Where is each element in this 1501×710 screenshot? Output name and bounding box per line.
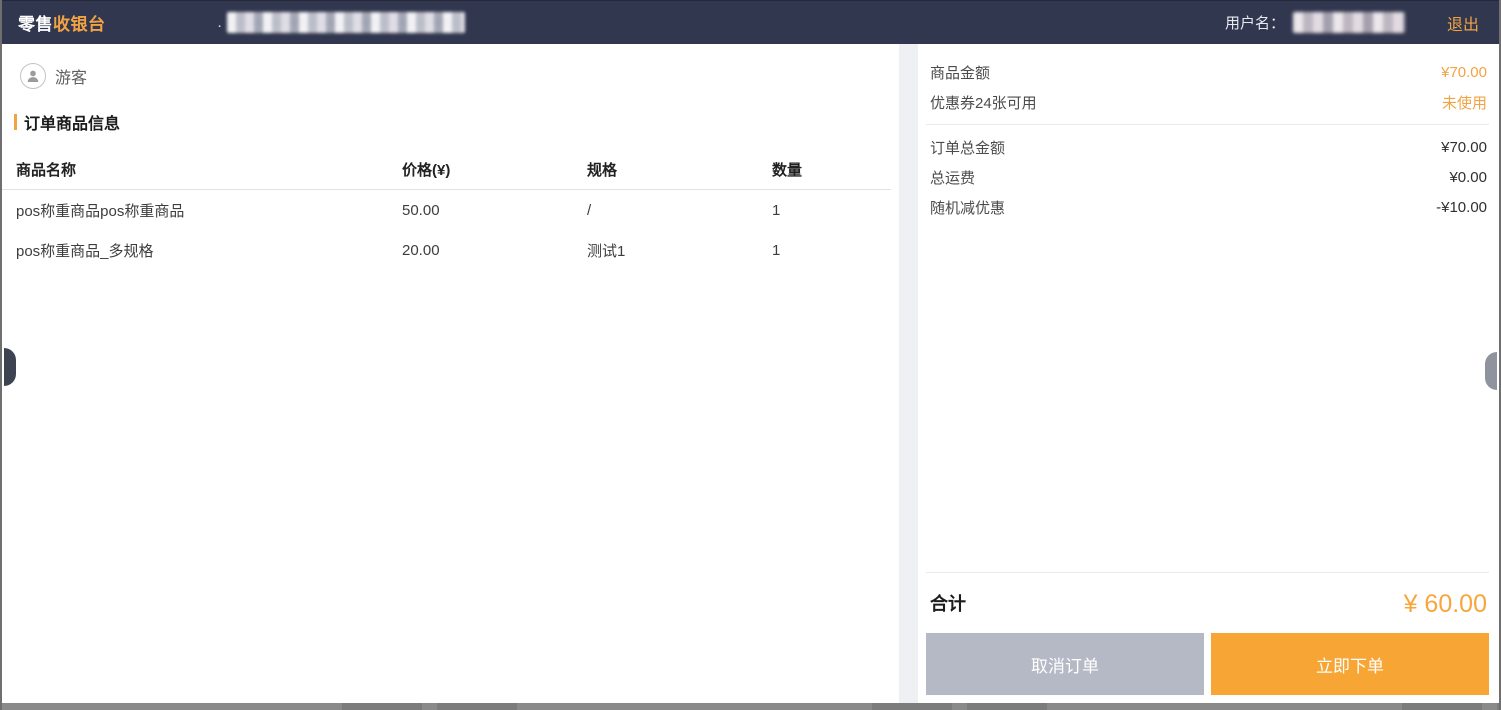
panel-gutter [899,44,918,703]
pos-window: 零售收银台 . 用户名： 退出 游客 [0,0,1501,710]
order-items-table: 商品名称 价格(¥) 规格 数量 pos称重商品pos称重商品 50.00 / … [2,150,899,270]
user-info: 用户名： [1225,12,1405,33]
cell-product-name: pos称重商品pos称重商品 [16,200,402,221]
summary-value: -¥10.00 [1436,199,1487,216]
summary-row-order-total: 订单总金额 ¥70.00 [926,132,1489,162]
table-header-row: 商品名称 价格(¥) 规格 数量 [2,150,891,190]
cell-product-name: pos称重商品_多规格 [16,240,402,261]
summary-row-goods-amount: 商品金额 ¥70.00 [926,57,1489,87]
table-row[interactable]: pos称重商品_多规格 20.00 测试1 1 [2,230,899,270]
summary-label: 优惠券24张可用 [930,92,1037,113]
total-row: 合计 ¥ 60.00 [926,580,1489,633]
order-items-panel: 游客 订单商品信息 商品名称 价格(¥) 规格 数量 pos称重商品pos称重商… [2,44,899,703]
total-value: ¥ 60.00 [1404,590,1487,619]
cell-qty: 1 [772,202,885,219]
username-redacted [1293,12,1405,33]
summary-row-coupon[interactable]: 优惠券24张可用 未使用 [926,87,1489,117]
col-header-price: 价格(¥) [402,159,587,180]
store-name-redacted [227,12,465,33]
cell-spec: / [587,202,772,219]
summary-value: ¥70.00 [1441,64,1487,81]
app-title-left: 零售 [18,15,53,34]
logout-button[interactable]: 退出 [1447,11,1479,35]
store-name: . [218,12,465,33]
summary-label: 商品金额 [930,62,990,83]
summary-row-random-discount: 随机减优惠 -¥10.00 [926,192,1489,222]
cell-price: 20.00 [402,242,587,259]
summary-row-shipping: 总运费 ¥0.00 [926,162,1489,192]
right-drawer-handle-icon[interactable] [1485,352,1497,390]
col-header-name: 商品名称 [16,159,402,180]
person-icon [25,68,41,84]
coupon-status[interactable]: 未使用 [1442,92,1487,113]
guest-avatar [20,63,46,89]
customer-row[interactable]: 游客 [2,44,899,89]
top-bar: 零售收银台 . 用户名： 退出 [2,0,1499,44]
username-label: 用户名： [1225,12,1285,33]
app-title: 零售收银台 [18,10,106,35]
app-title-right: 收银台 [53,15,106,34]
total-divider [926,572,1489,573]
place-order-button[interactable]: 立即下单 [1211,633,1489,695]
summary-spacer [926,222,1489,565]
col-header-qty: 数量 [772,159,877,180]
summary-label: 订单总金额 [930,137,1005,158]
summary-divider [926,124,1489,125]
total-label: 合计 [930,590,966,619]
store-name-prefix: . [218,14,222,31]
summary-label: 总运费 [930,167,975,188]
left-drawer-handle-icon[interactable] [4,348,16,386]
window-bottom-edge [2,703,1499,710]
section-title-row: 订单商品信息 [14,110,899,134]
cancel-order-button[interactable]: 取消订单 [926,633,1204,695]
section-accent-bar [14,114,17,130]
summary-value: ¥0.00 [1449,169,1487,186]
cell-qty: 1 [772,242,885,259]
table-row[interactable]: pos称重商品pos称重商品 50.00 / 1 [2,190,899,230]
col-header-spec: 规格 [587,159,772,180]
customer-name: 游客 [55,64,87,88]
summary-value: ¥70.00 [1441,139,1487,156]
summary-label: 随机减优惠 [930,197,1005,218]
section-title: 订单商品信息 [24,110,120,134]
action-buttons: 取消订单 立即下单 [926,633,1489,695]
order-summary-panel: 商品金额 ¥70.00 优惠券24张可用 未使用 订单总金额 ¥70.00 总运… [918,44,1499,703]
main-area: 游客 订单商品信息 商品名称 价格(¥) 规格 数量 pos称重商品pos称重商… [2,44,1499,703]
cell-price: 50.00 [402,202,587,219]
cell-spec: 测试1 [587,240,772,261]
